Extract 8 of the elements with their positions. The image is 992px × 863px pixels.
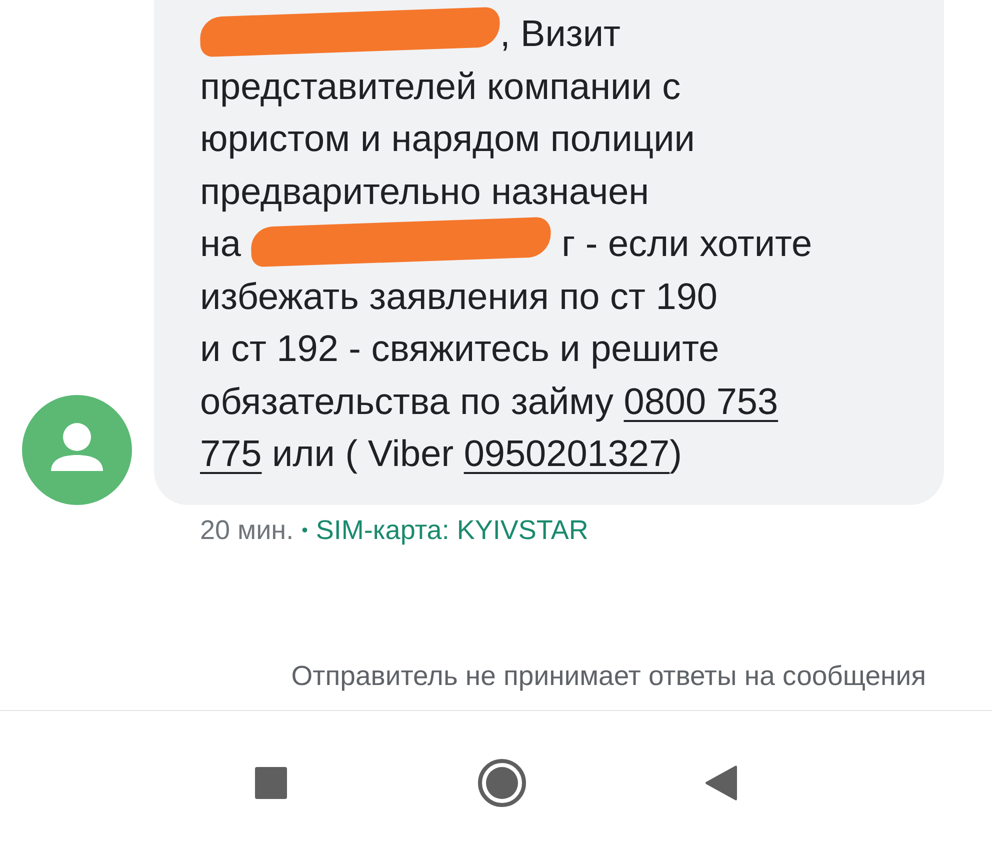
reply-notice: Отправитель не принимает ответы на сообщения bbox=[291, 660, 926, 692]
message-text: , Визит представителей компании с юристом и нарядом полиции предварительно назначен на г - если хотите избежать заявления по ст 190 и ст 192 - свяжитесь и решите обязательства по займу 0800 753 775 или ( Viber 0950201327) bbox=[200, 8, 914, 480]
sim-label: SIM-карта: KYIVSTAR bbox=[316, 514, 588, 546]
phone-link[interactable]: 775 bbox=[200, 433, 262, 474]
phone-link[interactable]: 0800 753 bbox=[624, 380, 778, 422]
separator-dot: • bbox=[302, 520, 308, 540]
message-time: 20 мин. bbox=[200, 514, 294, 546]
phone-link[interactable]: 0950201327 bbox=[464, 433, 670, 474]
